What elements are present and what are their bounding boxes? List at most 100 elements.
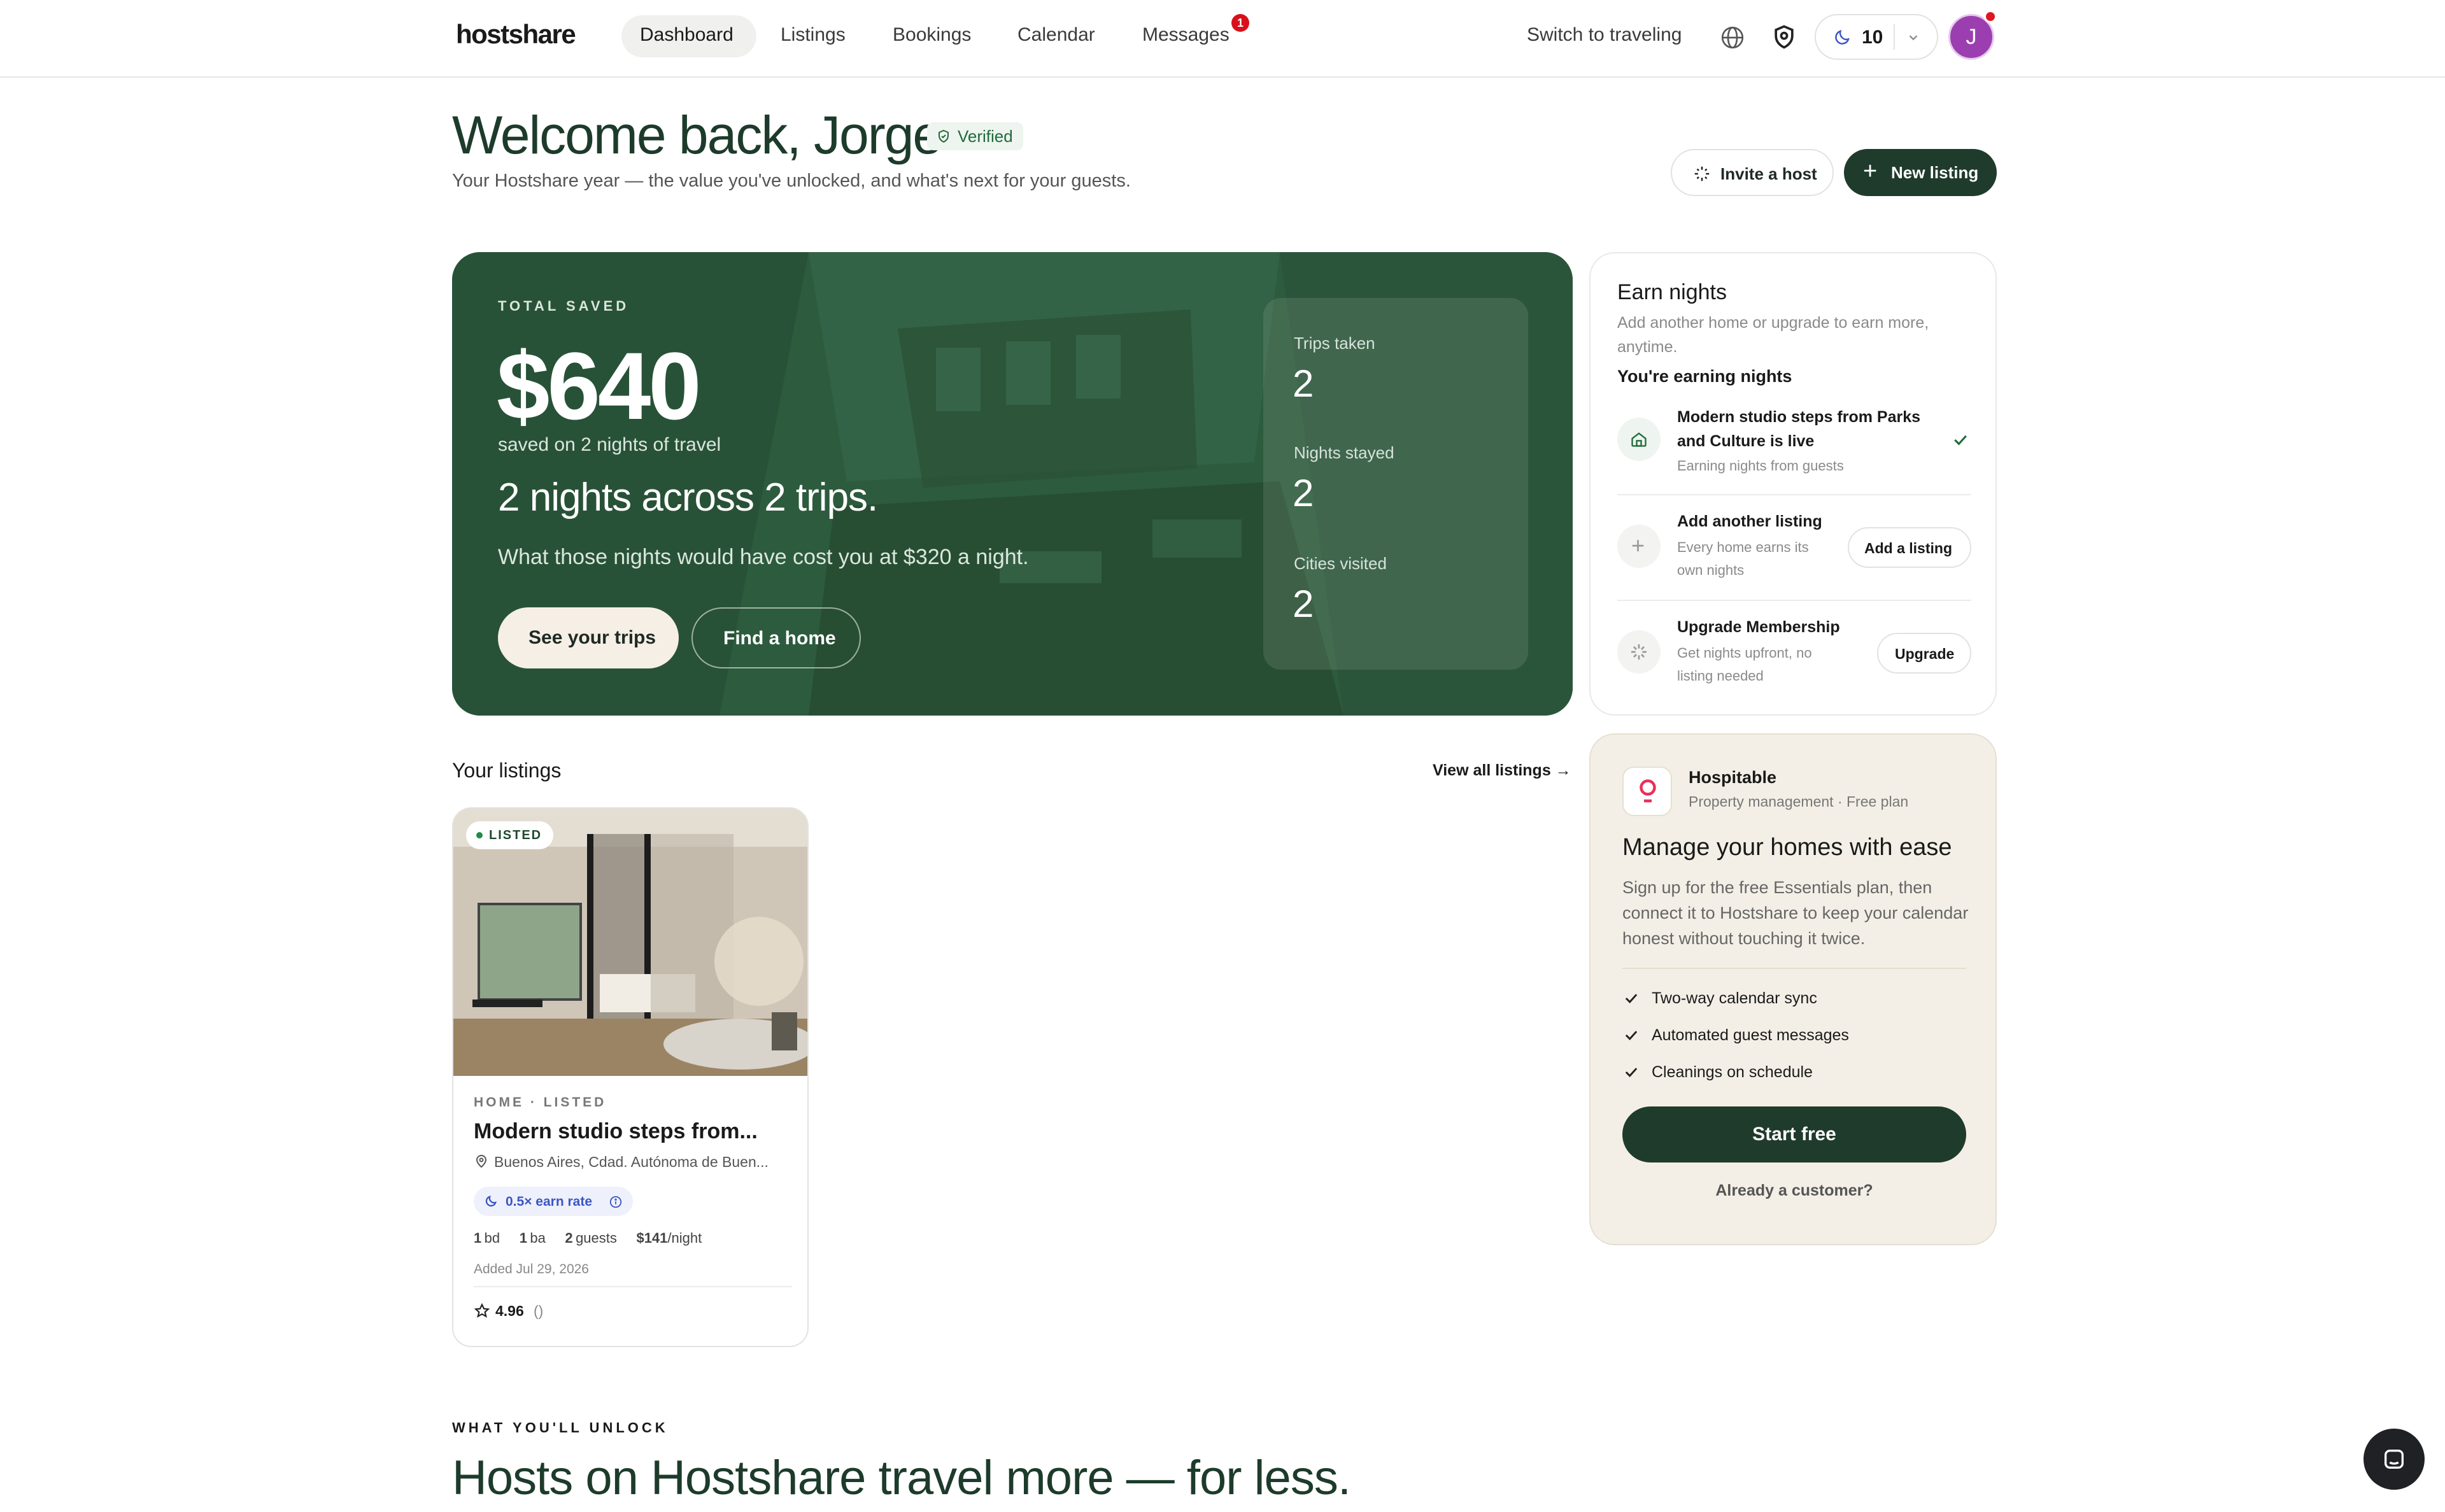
plus-icon: + [1617, 525, 1661, 568]
shield-check-icon [939, 129, 949, 143]
earn-row-add-title: Add another listing [1677, 512, 1822, 530]
hero-description: What those nights would have cost you at… [498, 545, 1029, 569]
earn-divider [1617, 494, 1971, 495]
listing-card[interactable]: LISTED HOME · LISTED Modern studio steps… [452, 807, 809, 1347]
home-icon [1617, 418, 1661, 461]
baths-unit: ba [530, 1230, 546, 1246]
status-dot [476, 832, 483, 838]
feature-guest-messages: Automated guest messages [1652, 1026, 1849, 1044]
nav-calendar[interactable]: Calendar [1017, 24, 1095, 46]
listings-section-title: Your listings [452, 759, 562, 782]
listing-eyebrow: HOME · LISTED [474, 1095, 607, 1110]
nights-count: 10 [1862, 27, 1883, 48]
feature-cleanings: Cleanings on schedule [1652, 1063, 1813, 1081]
listing-review-count: () [534, 1303, 544, 1319]
nav-listings[interactable]: Listings [781, 24, 846, 46]
stats-panel: Trips taken 2 Nights stayed 2 Cities vis… [1263, 298, 1528, 670]
upgrade-button[interactable]: Upgrade [1877, 633, 1971, 674]
unlock-eyebrow: WHAT YOU'LL UNLOCK [452, 1420, 669, 1436]
find-home-label: Find a home [723, 628, 836, 649]
hospitable-meta: Property management · Free plan [1689, 793, 1909, 810]
unlock-headline: Hosts on Hostshare travel more — for les… [452, 1451, 1351, 1505]
price-value: $141 [636, 1230, 668, 1246]
earn-divider [1617, 600, 1971, 601]
check-icon [1954, 435, 1967, 446]
earn-title: Earn nights [1617, 280, 1727, 304]
sparkle-icon [1694, 166, 1710, 181]
check-icon [1625, 1031, 1638, 1040]
verified-badge: Verified [927, 122, 1023, 150]
savings-hero: TOTAL SAVED $640 saved on 2 nights of tr… [452, 252, 1573, 716]
verified-label: Verified [958, 127, 1013, 146]
nights-pill[interactable]: 10 [1815, 14, 1938, 60]
location-pin-icon [476, 1155, 487, 1168]
already-customer-link[interactable]: Already a customer? [1622, 1182, 1966, 1200]
total-saved-amount: $640 [497, 332, 702, 439]
saved-note: saved on 2 nights of travel [498, 434, 721, 455]
page-title: Welcome back, Jorge [452, 105, 942, 165]
stat-trips-label: Trips taken [1294, 334, 1375, 353]
listing-rating: 4.96 [495, 1303, 524, 1319]
guests-value: 2 [565, 1230, 573, 1246]
see-trips-label: See your trips [528, 627, 656, 648]
earn-row-upgrade-title: Upgrade Membership [1677, 618, 1840, 636]
chat-launcher-button[interactable] [2364, 1429, 2425, 1490]
new-listing-button[interactable]: + New listing [1844, 149, 1997, 196]
chevron-down-icon [1909, 35, 1918, 41]
shield-icon[interactable] [1770, 23, 1798, 51]
pill-divider [1894, 24, 1895, 50]
globe-icon[interactable] [1719, 24, 1746, 51]
listing-specs: 1 bd 1 ba 2 guests $141/night [474, 1230, 702, 1247]
stat-cities-value: 2 [1293, 583, 1314, 625]
earn-row-live-title: Modern studio steps from Parks and Cultu… [1677, 408, 1921, 450]
find-home-button[interactable]: Find a home [691, 607, 861, 668]
listed-badge: LISTED [466, 821, 554, 849]
chat-icon [2385, 1450, 2404, 1469]
hospitable-title: Manage your homes with ease [1622, 834, 1952, 861]
plus-icon: + [1863, 158, 1878, 185]
switch-to-traveling[interactable]: Switch to traveling [1527, 24, 1682, 46]
beds-unit: bd [484, 1230, 500, 1246]
stat-cities-label: Cities visited [1294, 554, 1387, 573]
price-unit: /night [667, 1230, 702, 1246]
check-icon [1625, 994, 1638, 1003]
earn-status: You're earning nights [1617, 367, 1792, 386]
moon-icon [485, 1195, 497, 1207]
see-trips-button[interactable]: See your trips [498, 607, 679, 668]
earn-nights-card: Earn nights Add another home or upgrade … [1589, 252, 1997, 716]
moon-icon [1835, 30, 1850, 45]
hospitable-name: Hospitable [1689, 768, 1777, 787]
new-listing-label: New listing [1891, 163, 1979, 182]
earn-row-live-sub: Earning nights from guests [1677, 458, 1844, 474]
star-icon [474, 1303, 490, 1318]
messages-badge: 1 [1231, 14, 1249, 32]
listing-location: Buenos Aires, Cdad. Autónoma de Buen... [494, 1154, 769, 1170]
listing-title: Modern studio steps from... [474, 1119, 758, 1143]
add-listing-button[interactable]: Add a listing [1848, 527, 1971, 568]
card-divider [474, 1286, 792, 1287]
feature-calendar-sync: Two-way calendar sync [1652, 989, 1817, 1007]
listed-badge-label: LISTED [489, 828, 542, 842]
nav-messages[interactable]: Messages [1142, 24, 1230, 46]
listing-added-date: Added Jul 29, 2026 [474, 1262, 589, 1276]
invite-host-button[interactable]: Invite a host [1671, 149, 1834, 196]
top-navigation: hostshare Dashboard Listings Bookings Ca… [0, 0, 2445, 78]
page-subtitle: Your Hostshare year — the value you've u… [452, 171, 1131, 191]
nav-dashboard[interactable]: Dashboard [640, 24, 734, 46]
info-icon[interactable] [609, 1195, 623, 1209]
check-icon [1625, 1068, 1638, 1077]
hospitable-divider [1622, 968, 1966, 969]
earn-row-upgrade-sub: Get nights upfront, no listing needed [1677, 645, 1812, 684]
stat-nights-label: Nights stayed [1294, 443, 1394, 462]
earn-rate-chip: 0.5× earn rate [474, 1187, 633, 1216]
earn-subtitle: Add another home or upgrade to earn more… [1617, 314, 1929, 356]
start-free-button[interactable]: Start free [1622, 1106, 1966, 1162]
invite-host-label: Invite a host [1720, 164, 1817, 183]
baths-value: 1 [519, 1230, 527, 1246]
earn-rate-label: 0.5× earn rate [506, 1194, 593, 1209]
avatar-notification-dot [1984, 10, 1997, 23]
view-all-listings-link[interactable]: View all listings → [1433, 761, 1571, 780]
nav-bookings[interactable]: Bookings [893, 24, 971, 46]
logo[interactable]: hostshare [456, 19, 576, 50]
earn-row-add-sub: Every home earns its own nights [1677, 539, 1809, 578]
